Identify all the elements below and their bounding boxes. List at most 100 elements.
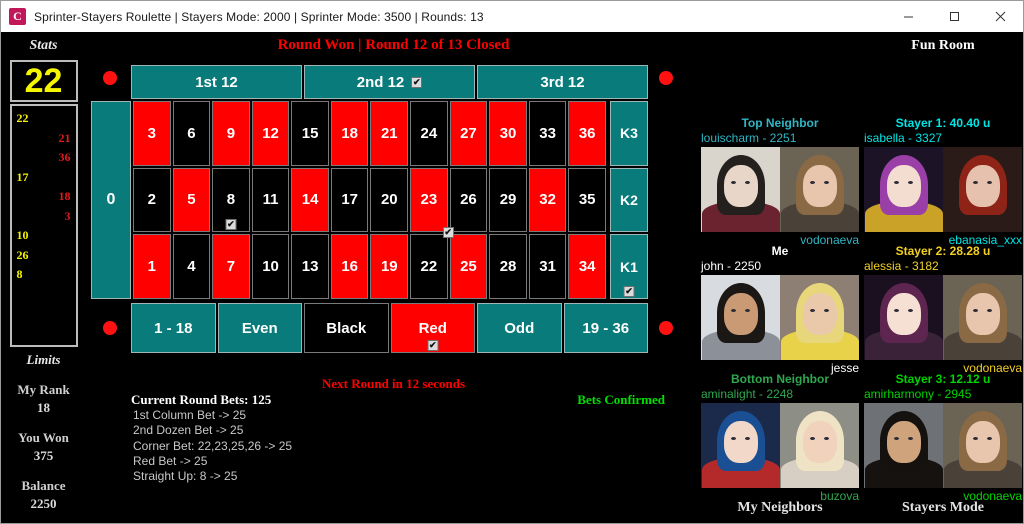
column-label: K2 (620, 191, 638, 208)
cell-number: 15 (301, 124, 319, 142)
column-bets: K3 K2 K1 ✔ (610, 101, 648, 299)
close-icon[interactable] (977, 1, 1023, 32)
player-card-stayer-3[interactable]: Stayer 3: 12.12 u amirharmony - 2945 vodon… (864, 372, 1022, 503)
bet-cell-8[interactable]: 8 ✔ (212, 167, 250, 233)
bet-cell-27[interactable]: 27 (449, 101, 488, 166)
player-card-top-neighbor[interactable]: Top Neighbor louischarm - 2251 vodonaeva (701, 116, 859, 247)
bet-cell-9[interactable]: 9 (212, 101, 250, 166)
player-card-avatars (864, 403, 1022, 488)
bet-cell-12[interactable]: 12 (251, 101, 290, 166)
bet-cell-21[interactable]: 21 (370, 101, 409, 166)
my-rank-block: My Rank 18 (1, 382, 86, 416)
cell-number: 1 (147, 258, 156, 276)
bet-outside-1-18[interactable]: 1 - 18 (131, 303, 216, 353)
bet-cell-26[interactable]: 26 (449, 167, 488, 233)
cell-number: 7 (226, 258, 236, 276)
bet-cell-15[interactable]: 15 (291, 101, 329, 166)
title-bar: C Sprinter-Stayers Roulette | Stayers Mo… (1, 1, 1023, 32)
bet-cell-zero[interactable]: 0 (91, 101, 131, 299)
bet-cell-32[interactable]: 32 (528, 167, 567, 233)
bet-cell-2[interactable]: 2 (133, 167, 171, 233)
bet-cell-3[interactable]: 3 (133, 101, 171, 166)
player-card-me[interactable]: Me john - 2250 jesse (701, 244, 859, 375)
bet-cell-36[interactable]: 36 (568, 101, 606, 166)
bet-outside-odd[interactable]: Odd (477, 303, 562, 353)
history-number: 36 (58, 150, 71, 165)
bet-cell-13[interactable]: 13 (291, 234, 329, 299)
bet-cell-10[interactable]: 10 (251, 234, 290, 299)
bet-outside-red[interactable]: Red ✔ (390, 303, 475, 353)
outside-label: Red (418, 319, 447, 337)
cell-number: 22 (420, 258, 438, 276)
cell-number: 31 (539, 258, 556, 276)
player-card-heading: Stayer 1: 40.40 u (895, 116, 991, 130)
cell-number: 10 (262, 258, 279, 276)
bet-cell-18[interactable]: 18 (330, 101, 369, 166)
bet-cell-30[interactable]: 30 (489, 101, 527, 166)
cell-number: 34 (578, 258, 596, 276)
bet-cell-33[interactable]: 33 (528, 101, 567, 166)
player-card-heading: Top Neighbor (741, 116, 819, 130)
bet-cell-6[interactable]: 6 (172, 101, 211, 166)
outside-label: Black (326, 319, 367, 337)
outside-label: Even (241, 319, 278, 337)
bet-cell-34[interactable]: 34 (568, 234, 606, 299)
outside-bets-row: 1 - 18 Even Black Red ✔ Odd 19 - 36 (131, 303, 648, 353)
bet-column-k3[interactable]: K3 (610, 101, 648, 166)
bet-cell-4[interactable]: 4 (172, 234, 211, 299)
player-card-avatars (701, 403, 859, 488)
spin-history: 22 21 36 17 18 3 10 26 8 (9, 104, 78, 347)
bet-outside-19-36[interactable]: 19 - 36 (563, 303, 648, 353)
cell-number: 13 (301, 258, 319, 276)
last-number: 22 (24, 62, 63, 100)
history-number: 17 (16, 169, 29, 184)
bet-cell-14[interactable]: 14 (291, 167, 329, 233)
history-number: 18 (58, 189, 71, 204)
player-card-avatars (701, 275, 859, 360)
bet-cell-28[interactable]: 28 (489, 234, 527, 299)
stats-panel: Stats 22 22 21 36 17 18 3 10 26 8 Limits My Rank… (1, 32, 86, 523)
bet-cell-5[interactable]: 5 (172, 167, 211, 233)
bet-cell-16[interactable]: 16 (330, 234, 369, 299)
marker-dot-bottom-left (103, 321, 117, 335)
limits-title: Limits (26, 352, 61, 367)
bet-dozen-2[interactable]: 2nd 12 ✔ (304, 65, 475, 99)
bet-cell-7[interactable]: 7 (212, 234, 250, 299)
dozen-label: 1st 12 (195, 73, 238, 91)
cell-number: 25 (460, 258, 477, 276)
last-number-box: 22 (9, 60, 78, 102)
player-card-stayer-1[interactable]: Stayer 1: 40.40 u isabella - 3327 ebanasia… (864, 116, 1022, 247)
cell-number: 28 (499, 258, 517, 276)
bet-cell-11[interactable]: 11 (251, 167, 290, 233)
bet-cell-19[interactable]: 19 (370, 234, 409, 299)
bet-dozen-1[interactable]: 1st 12 (131, 65, 302, 99)
bet-cell-35[interactable]: 35 (568, 167, 606, 233)
bet-dozen-3[interactable]: 3rd 12 (477, 65, 648, 99)
cell-number: 9 (226, 124, 236, 142)
player-card-stayer-2[interactable]: Stayer 2: 28.28 u alessia - 3182 vodonaeva (864, 244, 1022, 375)
bet-column-k1[interactable]: K1 ✔ (610, 234, 648, 299)
bet-cell-22[interactable]: 22 (410, 234, 448, 299)
bet-cell-31[interactable]: 31 (528, 234, 567, 299)
avatar-left (701, 275, 780, 360)
bet-cell-25[interactable]: 25 (449, 234, 488, 299)
maximize-icon[interactable] (931, 1, 977, 32)
next-round-timer: Next Round in 12 seconds (321, 376, 466, 391)
avatar-right (780, 403, 859, 488)
minimize-icon[interactable] (885, 1, 931, 32)
bet-cell-24[interactable]: 24 (410, 101, 448, 166)
avatar-right (943, 275, 1022, 360)
bet-checkmark-icon: ✔ (442, 227, 454, 239)
marker-dot-bottom-right (659, 321, 673, 335)
bet-cell-17[interactable]: 17 (330, 167, 369, 233)
bet-column-k2[interactable]: K2 (610, 167, 648, 233)
bet-cell-23[interactable]: 23 ✔ (410, 167, 454, 239)
bet-cell-1[interactable]: 1 (133, 234, 171, 299)
bet-cell-29[interactable]: 29 (489, 167, 527, 233)
bet-outside-even[interactable]: Even (217, 303, 302, 353)
cell-number: 5 (187, 191, 196, 209)
bet-outside-black[interactable]: Black (304, 303, 389, 353)
column-label: K3 (620, 125, 638, 142)
bet-cell-20[interactable]: 20 (370, 167, 409, 233)
player-card-bottom-neighbor[interactable]: Bottom Neighbor aminalight - 2248 buzova (701, 372, 859, 503)
